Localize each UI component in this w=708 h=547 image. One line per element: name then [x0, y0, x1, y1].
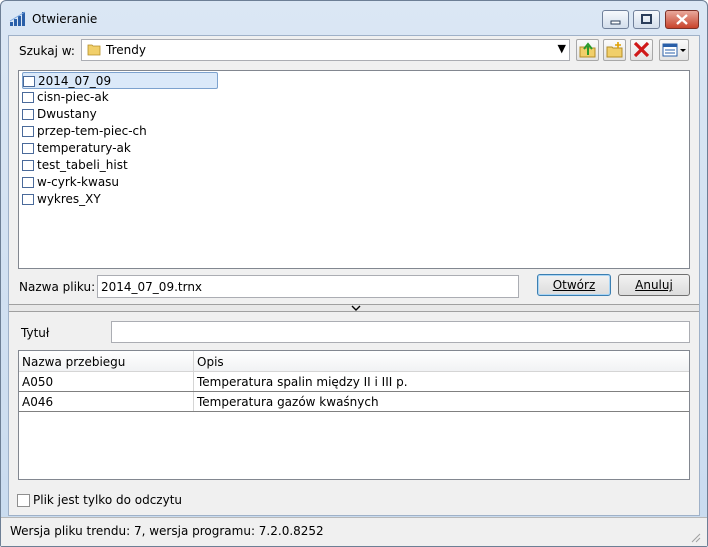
chevron-down-icon[interactable]: ▼	[558, 42, 566, 55]
file-item-label: przep-tem-piec-ch	[37, 124, 147, 138]
view-menu-icon	[662, 43, 686, 57]
status-text: Wersja pliku trendu: 7, wersja programu:…	[10, 524, 324, 538]
series-table[interactable]: Nazwa przebiegu Opis A050 Temperatura sp…	[18, 350, 690, 480]
filename-field[interactable]: 2014_07_09.trnx	[97, 275, 519, 298]
trend-file-icon	[22, 160, 34, 171]
file-item[interactable]: przep-tem-piec-ch	[22, 123, 218, 140]
file-item-label: test_tabeli_hist	[37, 158, 128, 172]
new-folder-icon	[606, 42, 623, 58]
dialog-body: Szukaj w: Trendy ▼ 2014_07_09 cisn-piec-…	[8, 35, 700, 516]
file-item-label: temperatury-ak	[37, 141, 131, 155]
close-window-button[interactable]	[665, 10, 699, 29]
close-icon	[676, 14, 688, 25]
title-input[interactable]	[111, 321, 690, 343]
title-bar[interactable]: Otwieranie	[1, 1, 707, 35]
row-name-cell: A046	[22, 395, 54, 409]
file-list[interactable]: 2014_07_09 cisn-piec-ak Dwustany przep-t…	[18, 70, 690, 269]
minimize-icon	[610, 20, 621, 25]
window-title: Otwieranie	[32, 12, 98, 26]
title-field-label: Tytuł	[21, 326, 50, 340]
filename-value: 2014_07_09.trnx	[101, 280, 203, 294]
panel-splitter[interactable]	[9, 304, 699, 312]
filename-label: Nazwa pliku:	[19, 280, 96, 294]
trend-file-icon	[22, 109, 34, 120]
maximize-button[interactable]	[633, 10, 660, 29]
row-name-cell: A050	[22, 375, 54, 389]
cancel-button[interactable]: Anuluj	[618, 274, 690, 296]
open-dialog: Otwieranie Szukaj w: Trendy ▼ 2014_07_09…	[0, 0, 708, 547]
file-item[interactable]: cisn-piec-ak	[22, 89, 218, 106]
folder-icon	[87, 44, 101, 56]
chevron-down-icon[interactable]	[351, 305, 361, 311]
row-description-cell: Temperatura gazów kwaśnych	[197, 395, 379, 409]
open-button[interactable]: Otwórz	[537, 274, 611, 296]
file-item-label: 2014_07_09	[38, 74, 112, 88]
readonly-label[interactable]: Plik jest tylko do odczytu	[33, 493, 182, 507]
column-header-description[interactable]: Opis	[197, 355, 224, 369]
up-folder-button[interactable]	[576, 39, 599, 61]
lookin-label: Szukaj w:	[19, 44, 75, 58]
file-item[interactable]: wykres_XY	[22, 191, 218, 208]
trend-file-icon	[22, 92, 34, 103]
lookin-combobox[interactable]: Trendy ▼	[81, 39, 570, 61]
trend-file-icon	[23, 76, 35, 87]
table-header: Nazwa przebiegu Opis	[19, 351, 689, 372]
trend-app-icon	[9, 11, 26, 26]
file-item-label: Dwustany	[37, 107, 97, 121]
file-item[interactable]: w-cyrk-kwasu	[22, 174, 218, 191]
delete-icon	[633, 41, 650, 58]
file-item[interactable]: test_tabeli_hist	[22, 157, 218, 174]
view-menu-button[interactable]	[659, 39, 689, 61]
open-button-label: Otwórz	[552, 278, 596, 292]
file-item[interactable]: 2014_07_09	[22, 72, 218, 89]
trend-file-icon	[22, 143, 34, 154]
file-item-label: wykres_XY	[37, 192, 101, 206]
lookin-value: Trendy	[106, 43, 146, 57]
delete-button[interactable]	[630, 39, 653, 61]
trend-file-icon	[22, 126, 34, 137]
resize-grip-icon[interactable]	[691, 533, 701, 543]
folder-up-icon	[579, 42, 596, 58]
file-item-label: cisn-piec-ak	[37, 90, 109, 104]
file-item[interactable]: Dwustany	[22, 106, 218, 123]
column-header-name[interactable]: Nazwa przebiegu	[22, 355, 125, 369]
row-description-cell: Temperatura spalin między II i III p.	[197, 375, 408, 389]
trend-file-icon	[22, 177, 34, 188]
new-folder-button[interactable]	[603, 39, 626, 61]
maximize-icon	[641, 14, 652, 24]
file-item-label: w-cyrk-kwasu	[37, 175, 120, 189]
trend-file-icon	[22, 194, 34, 205]
table-row[interactable]: A050 Temperatura spalin między II i III …	[19, 372, 689, 392]
minimize-button[interactable]	[602, 10, 629, 29]
status-bar: Wersja pliku trendu: 7, wersja programu:…	[1, 517, 707, 546]
cancel-button-label: Anuluj	[635, 278, 673, 292]
readonly-checkbox[interactable]	[17, 494, 30, 507]
file-item[interactable]: temperatury-ak	[22, 140, 218, 157]
table-row[interactable]: A046 Temperatura gazów kwaśnych	[19, 392, 689, 412]
